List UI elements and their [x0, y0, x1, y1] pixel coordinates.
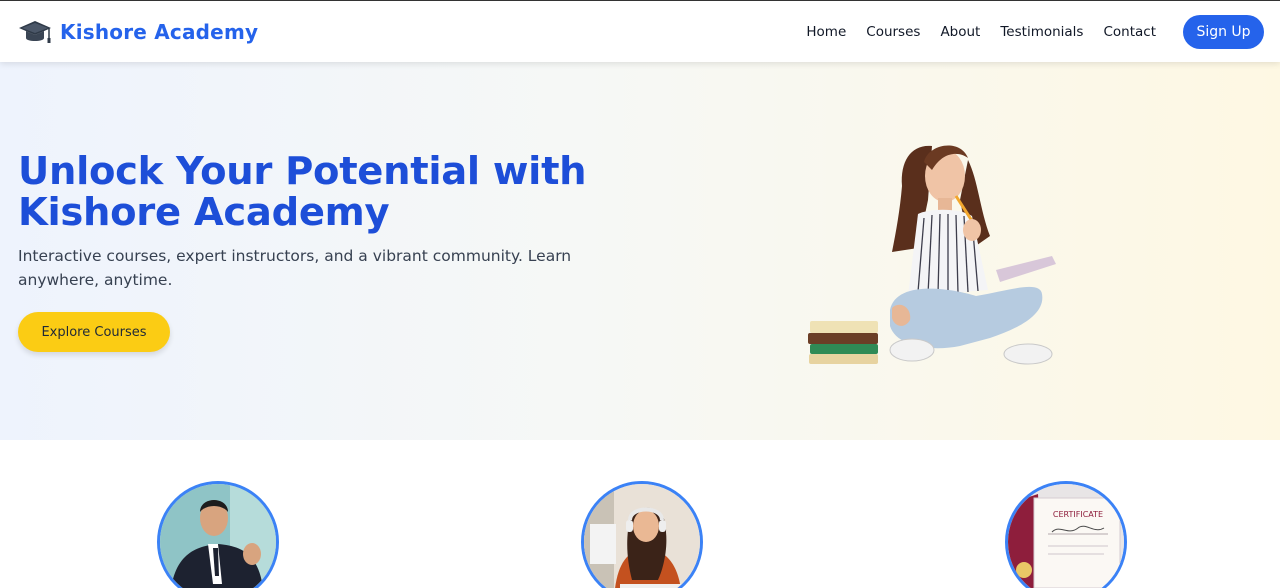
- nav-links: Home Courses About Testimonials Contact …: [786, 14, 1264, 49]
- hero-subtitle: Interactive courses, expert instructors,…: [18, 247, 572, 289]
- hero-section: Unlock Your Potential with Kishore Acade…: [0, 62, 1280, 440]
- nav-contact[interactable]: Contact: [1103, 24, 1156, 40]
- certificate-image: CERTIFICATE: [1005, 481, 1127, 588]
- instructor-image: [157, 481, 279, 588]
- navbar: Kishore Academy Home Courses About Testi…: [0, 0, 1280, 62]
- nav-testimonials[interactable]: Testimonials: [1000, 24, 1083, 40]
- graduation-cap-icon: [18, 17, 52, 47]
- nav-about[interactable]: About: [940, 24, 980, 40]
- brand[interactable]: Kishore Academy: [18, 17, 258, 47]
- nav-home[interactable]: Home: [806, 24, 846, 40]
- certificate-title: CERTIFICATE: [1053, 510, 1103, 519]
- student-illustration: [800, 140, 1062, 380]
- hero-title: Unlock Your Potential with Kishore Acade…: [18, 149, 587, 235]
- signup-button[interactable]: Sign Up: [1183, 14, 1264, 49]
- student-image: [581, 481, 703, 588]
- explore-courses-button[interactable]: Explore Courses: [18, 312, 170, 352]
- brand-name: Kishore Academy: [60, 19, 259, 44]
- nav-courses[interactable]: Courses: [866, 24, 920, 40]
